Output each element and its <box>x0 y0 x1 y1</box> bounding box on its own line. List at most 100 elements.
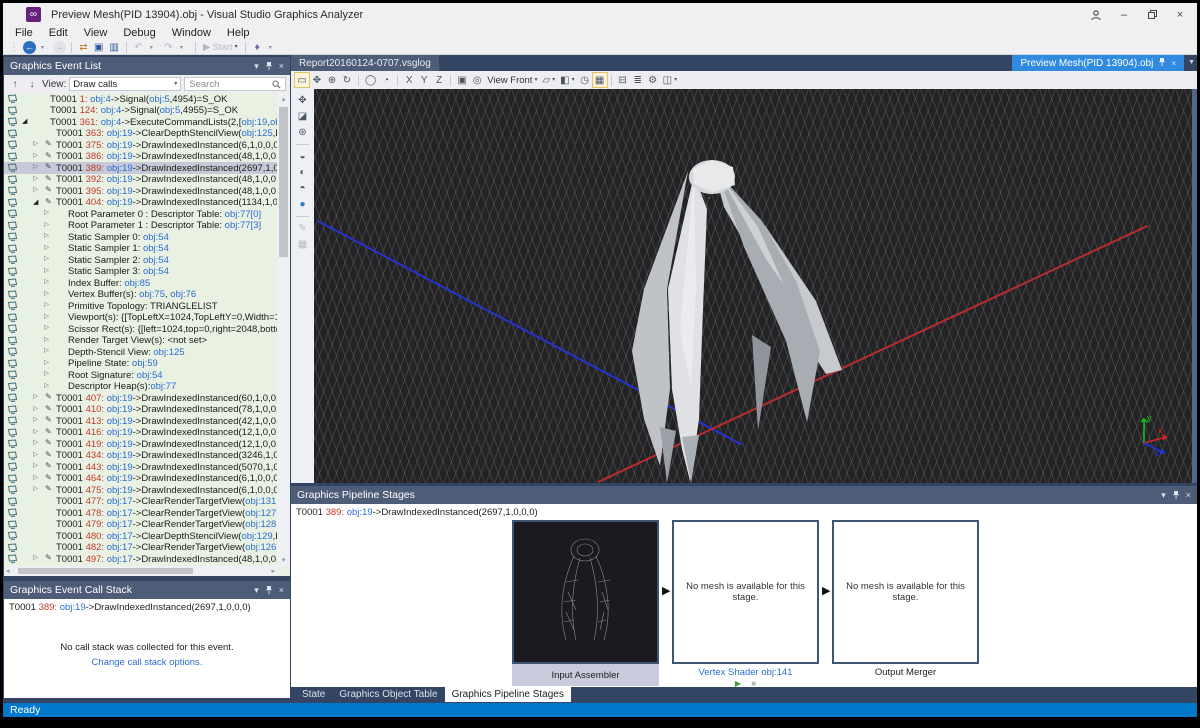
pin-icon[interactable] <box>1158 57 1166 69</box>
menu-debug[interactable]: Debug <box>115 27 163 39</box>
rotate-free-tool[interactable]: ◯ <box>363 73 378 87</box>
expand-arrow-icon[interactable]: ▷ <box>33 406 38 413</box>
document-tab[interactable]: Report20160124-0707.vsglog <box>291 55 439 71</box>
vertex-shader-stage[interactable]: No mesh is available for this stage. <box>672 520 819 664</box>
rotate-x-axis[interactable]: X <box>402 73 416 87</box>
event-row[interactable]: ▷✎T0001 416: obj:19->DrawIndexedInstance… <box>4 427 290 439</box>
close-button[interactable]: × <box>1173 8 1187 22</box>
scroll-right-icon[interactable]: ▸ <box>271 567 275 575</box>
restore-button[interactable] <box>1145 8 1159 22</box>
previous-event-button[interactable]: ↑ <box>8 77 22 91</box>
collapse-arrow-icon[interactable]: ◢ <box>33 199 38 206</box>
menu-view[interactable]: View <box>76 27 116 39</box>
window-position-caret-icon[interactable]: ▾ <box>254 61 259 72</box>
navigate-forward-button[interactable]: → <box>53 41 66 54</box>
edit-tool-disabled[interactable]: ✎ <box>295 222 310 235</box>
window-position-caret-icon[interactable]: ▾ <box>1161 490 1166 501</box>
expand-arrow-icon[interactable]: ▷ <box>44 348 49 355</box>
output-merger-stage[interactable]: No mesh is available for this stage. <box>832 520 979 664</box>
save-icon[interactable]: ▣ <box>92 41 105 54</box>
settings-icon[interactable]: ⚙ <box>646 73 660 87</box>
event-row[interactable]: ▷✎T0001 497: obj:17->DrawIndexedInstance… <box>4 553 290 565</box>
expand-arrow-icon[interactable]: ▷ <box>33 176 38 183</box>
menu-file[interactable]: File <box>7 27 41 39</box>
close-icon[interactable]: × <box>1171 59 1176 68</box>
animation-icon[interactable]: ◷ <box>578 73 592 87</box>
expand-arrow-icon[interactable]: ▷ <box>44 268 49 275</box>
event-row[interactable]: T0001 363: obj:19->ClearDepthStencilView… <box>4 128 290 140</box>
undo-icon[interactable]: ↶ <box>132 41 145 54</box>
tab-state[interactable]: State <box>295 687 332 702</box>
viewport-3d-canvas[interactable]: y x z <box>314 89 1192 483</box>
expand-arrow-icon[interactable]: ▷ <box>44 371 49 378</box>
expand-arrow-icon[interactable]: ▷ <box>44 314 49 321</box>
event-row[interactable]: ▷✎T0001 413: obj:19->DrawIndexedInstance… <box>4 415 290 427</box>
scale-widget[interactable]: ◪ <box>295 110 310 123</box>
expand-arrow-icon[interactable]: ▷ <box>33 555 38 562</box>
expand-arrow-icon[interactable]: ▷ <box>33 164 38 171</box>
menu-help[interactable]: Help <box>219 27 258 39</box>
event-row[interactable]: ▷Scissor Rect(s): {[left=1024,top=0,righ… <box>4 323 290 335</box>
event-row[interactable]: ▷✎T0001 407: obj:19->DrawIndexedInstance… <box>4 392 290 404</box>
pan-tool[interactable]: ✥ <box>310 73 324 87</box>
feedback-icon[interactable] <box>1089 8 1103 22</box>
select-tool[interactable]: ▭ <box>295 73 309 87</box>
expand-arrow-icon[interactable]: ▷ <box>33 440 38 447</box>
expand-arrow-icon[interactable]: ▷ <box>44 233 49 240</box>
rotate-sphere-tool[interactable]: ◔ <box>379 73 393 87</box>
expand-arrow-icon[interactable]: ▷ <box>44 210 49 217</box>
expand-arrow-icon[interactable]: ▷ <box>44 302 49 309</box>
event-row[interactable]: ▷✎T0001 475: obj:19->DrawIndexedInstance… <box>4 484 290 496</box>
event-row[interactable]: ▷Static Sampler 2: obj:54 <box>4 254 290 266</box>
event-row[interactable]: ▷Primitive Topology: TRIANGLELIST <box>4 300 290 312</box>
event-row[interactable]: ▷Vertex Buffer(s): obj:75, obj:76 <box>4 289 290 301</box>
undo-caret[interactable]: ▾ <box>147 41 160 54</box>
event-row[interactable]: ▷✎T0001 410: obj:19->DrawIndexedInstance… <box>4 404 290 416</box>
vertex-shader-link[interactable]: Vertex Shader obj:141 <box>672 667 819 678</box>
save-all-icon[interactable]: ▥ <box>107 41 120 54</box>
expand-arrow-icon[interactable]: ▷ <box>33 141 38 148</box>
search-input[interactable]: Search <box>184 77 286 91</box>
toolbar-overflow-caret[interactable]: ▾ <box>266 41 279 54</box>
view-preset-bottom[interactable]: ◒ <box>295 150 310 163</box>
event-row[interactable]: ▷✎T0001 392: obj:19->DrawIndexedInstance… <box>4 174 290 186</box>
event-row[interactable]: ▷✎T0001 419: obj:19->DrawIndexedInstance… <box>4 438 290 450</box>
tab-graphics-object-table[interactable]: Graphics Object Table <box>332 687 444 702</box>
measure-icon[interactable]: ⊟ <box>616 73 630 87</box>
event-row[interactable]: T0001 478: obj:17->ClearRenderTargetView… <box>4 507 290 519</box>
camera-icon[interactable]: ▣ <box>455 73 469 87</box>
event-row[interactable]: ◢T0001 361: obj:4->ExecuteCommandLists(2… <box>4 116 290 128</box>
event-row[interactable]: ▷✎T0001 386: obj:19->DrawIndexedInstance… <box>4 151 290 163</box>
event-row[interactable]: ▷✎T0001 395: obj:19->DrawIndexedInstance… <box>4 185 290 197</box>
close-icon[interactable]: × <box>279 585 284 595</box>
view-direction-dropdown[interactable]: View Front▾ <box>485 73 539 87</box>
rotate-z-axis[interactable]: Z <box>432 73 446 87</box>
expand-arrow-icon[interactable]: ▷ <box>33 417 38 424</box>
diagnostics-icon[interactable]: ♦ <box>251 41 264 54</box>
expand-arrow-icon[interactable]: ▷ <box>44 291 49 298</box>
translate-widget[interactable]: ✥ <box>295 94 310 107</box>
navigate-back-caret[interactable]: ▾ <box>38 41 51 54</box>
redo-icon[interactable]: ↷ <box>162 41 175 54</box>
event-row[interactable]: ▷Viewport(s): {[TopLeftX=1024,TopLeftY=0… <box>4 312 290 324</box>
expand-arrow-icon[interactable]: ▷ <box>44 325 49 332</box>
event-row[interactable]: T0001 482: obj:17->ClearRenderTargetView… <box>4 542 290 554</box>
scroll-left-icon[interactable]: ◂ <box>6 567 10 575</box>
expand-arrow-icon[interactable]: ▷ <box>44 337 49 344</box>
event-row[interactable]: ▷✎T0001 443: obj:19->DrawIndexedInstance… <box>4 461 290 473</box>
redo-caret[interactable]: ▾ <box>177 41 190 54</box>
expand-arrow-icon[interactable]: ▷ <box>44 360 49 367</box>
view-preset-active[interactable]: ● <box>295 198 310 211</box>
event-row[interactable]: ▷Depth-Stencil View: obj:125 <box>4 346 290 358</box>
orbit-tool[interactable]: ↻ <box>340 73 354 87</box>
event-row[interactable]: ▷Static Sampler 3: obj:54 <box>4 266 290 278</box>
tab-overflow-caret-icon[interactable]: ▼ <box>1188 59 1195 66</box>
scroll-down-icon[interactable]: ▾ <box>277 556 290 564</box>
world-axes-icon[interactable]: ◎ <box>470 73 484 87</box>
expand-arrow-icon[interactable]: ▷ <box>33 187 38 194</box>
input-assembler-stage[interactable] <box>512 520 659 664</box>
event-row[interactable]: T0001 1: obj:4->Signal(obj:5,4954)=S_OK <box>4 93 290 105</box>
rotate-widget[interactable]: ⊛ <box>295 126 310 139</box>
close-icon[interactable]: × <box>1186 490 1191 500</box>
horizontal-scrollbar[interactable]: ◂ ▸ <box>4 566 277 576</box>
